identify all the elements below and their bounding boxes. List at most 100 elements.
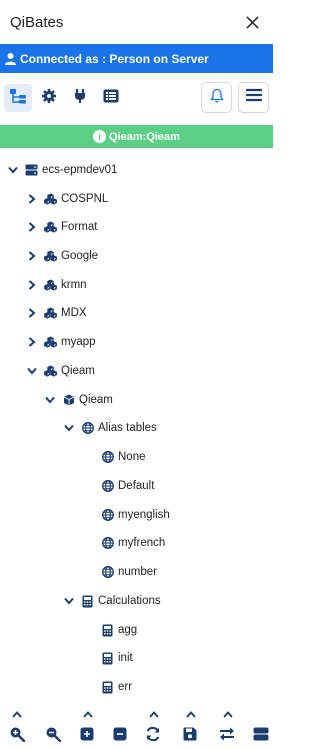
chevron-down-icon[interactable] — [63, 422, 75, 434]
zoom-in-icon — [9, 726, 26, 747]
bell-icon — [209, 88, 224, 108]
plug-icon — [72, 88, 88, 109]
tree-node-label: init — [118, 652, 133, 664]
cubes-icon — [44, 279, 57, 292]
info-icon: i — [93, 130, 107, 143]
tree-node-label: Qieam — [79, 394, 113, 406]
cube-icon — [62, 394, 75, 407]
connect-button[interactable] — [66, 84, 94, 112]
tree-node-label: MDX — [61, 307, 87, 319]
tree-node-app-mdx[interactable]: MDX — [26, 303, 87, 323]
app-title: QiBates — [10, 13, 64, 31]
chevron-up-icon[interactable] — [221, 707, 235, 721]
zoom-in-button[interactable] — [5, 724, 29, 748]
chevron-down-icon[interactable] — [26, 365, 38, 377]
chevron-right-icon[interactable] — [26, 193, 38, 205]
tree-node-label: Format — [61, 221, 98, 233]
list-icon — [103, 89, 119, 108]
close-icon[interactable] — [241, 11, 263, 33]
globe-icon — [101, 480, 114, 493]
tree-node-calc-agg[interactable]: agg — [101, 620, 137, 640]
chevron-down-icon[interactable] — [63, 595, 75, 607]
database-label: Qieam:Qieam — [109, 130, 180, 143]
tree-node-alias-number[interactable]: number — [101, 562, 157, 582]
zoom-out-button[interactable] — [41, 724, 65, 748]
tree-node-calc-init[interactable]: init — [101, 648, 133, 668]
tree-node-app-krmn[interactable]: krmn — [26, 275, 87, 295]
tree-node-label: Qieam — [61, 365, 95, 377]
globe-icon — [101, 537, 114, 550]
tree-node-app-myapp[interactable]: myapp — [26, 332, 96, 352]
tree-node-label: Alias tables — [98, 422, 157, 434]
tree-node-label: myenglish — [118, 509, 170, 521]
zoom-out-icon — [45, 726, 62, 747]
user-icon — [4, 52, 17, 65]
tree-node-alias-tables[interactable]: Alias tables — [63, 418, 157, 438]
list-button[interactable] — [97, 84, 125, 112]
tree-node-label: None — [118, 451, 146, 463]
chevron-right-icon[interactable] — [26, 336, 38, 348]
tree-node-app-format[interactable]: Format — [26, 217, 97, 237]
chevron-up-icon[interactable] — [147, 707, 161, 721]
tree-node-calc-err[interactable]: err — [101, 677, 132, 697]
tree-node-label: ecs-epmdev01 — [42, 164, 118, 176]
connection-text: Connected as : Person on Server — [20, 51, 209, 66]
gear-icon — [41, 88, 57, 109]
tree-node-label: COSPNL — [61, 193, 109, 205]
cubes-icon — [44, 221, 57, 234]
tree-view-button[interactable] — [4, 84, 32, 112]
menu-button[interactable] — [238, 82, 269, 113]
tree-node-calculations[interactable]: Calculations — [63, 591, 161, 611]
tree-node-label: agg — [118, 624, 138, 636]
tree-node-label: Default — [118, 480, 155, 492]
chevron-right-icon[interactable] — [26, 250, 38, 262]
chevron-right-icon[interactable] — [26, 307, 38, 319]
tree-node-label: myapp — [61, 336, 96, 348]
tree-node-app-cospnl[interactable]: COSPNL — [26, 189, 108, 209]
tree-node-app-qieam[interactable]: Qieam — [26, 361, 95, 381]
tree-node-label: Calculations — [98, 595, 161, 607]
chevron-up-icon[interactable] — [81, 707, 95, 721]
chevron-down-icon[interactable] — [7, 164, 19, 176]
cubes-icon — [44, 193, 57, 206]
chevron-down-icon[interactable] — [44, 394, 56, 406]
expand-plus-icon — [80, 727, 94, 746]
globe-icon — [81, 422, 94, 435]
globe-icon — [101, 566, 114, 579]
tree-node-server[interactable]: ecs-epmdev01 — [7, 160, 117, 180]
tree-node-alias-none[interactable]: None — [101, 447, 146, 467]
refresh-icon — [145, 726, 161, 747]
notifications-button[interactable] — [201, 82, 232, 113]
calculator-icon — [101, 652, 114, 665]
main-toolbar — [0, 73, 273, 123]
chevron-right-icon[interactable] — [26, 279, 38, 291]
chevron-up-icon[interactable] — [10, 707, 24, 721]
collapse-all-button[interactable] — [108, 724, 132, 748]
bottom-expand-row — [0, 707, 273, 721]
tree-node-alias-myfrench[interactable]: myfrench — [101, 533, 165, 553]
tree-node-label: err — [118, 681, 133, 693]
tree-node-alias-myenglish[interactable]: myenglish — [101, 505, 170, 525]
tree-node-label: Google — [61, 250, 99, 262]
cubes-icon — [44, 365, 57, 378]
collapse-minus-icon — [113, 727, 127, 746]
chevron-right-icon[interactable] — [26, 221, 38, 233]
expand-all-button[interactable] — [75, 724, 99, 748]
tree-node-app-google[interactable]: Google — [26, 246, 98, 266]
toggle-button[interactable] — [249, 724, 273, 748]
swap-icon — [219, 727, 235, 746]
settings-button[interactable] — [35, 84, 63, 112]
globe-icon — [101, 451, 114, 464]
globe-icon — [101, 509, 114, 522]
tree-node-label: krmn — [61, 279, 87, 291]
tree-view-icon — [9, 88, 27, 109]
tree-node-db-qieam[interactable]: Qieam — [44, 390, 113, 410]
title-bar: QiBates — [0, 0, 273, 44]
refresh-button[interactable] — [141, 724, 165, 748]
tree-node-alias-default[interactable]: Default — [101, 476, 154, 496]
chevron-up-icon[interactable] — [184, 707, 198, 721]
swap-button[interactable] — [215, 724, 239, 748]
save-button[interactable] — [178, 724, 202, 748]
connection-bar: Connected as : Person on Server — [0, 44, 273, 73]
database-bar: i Qieam:Qieam — [0, 125, 273, 148]
